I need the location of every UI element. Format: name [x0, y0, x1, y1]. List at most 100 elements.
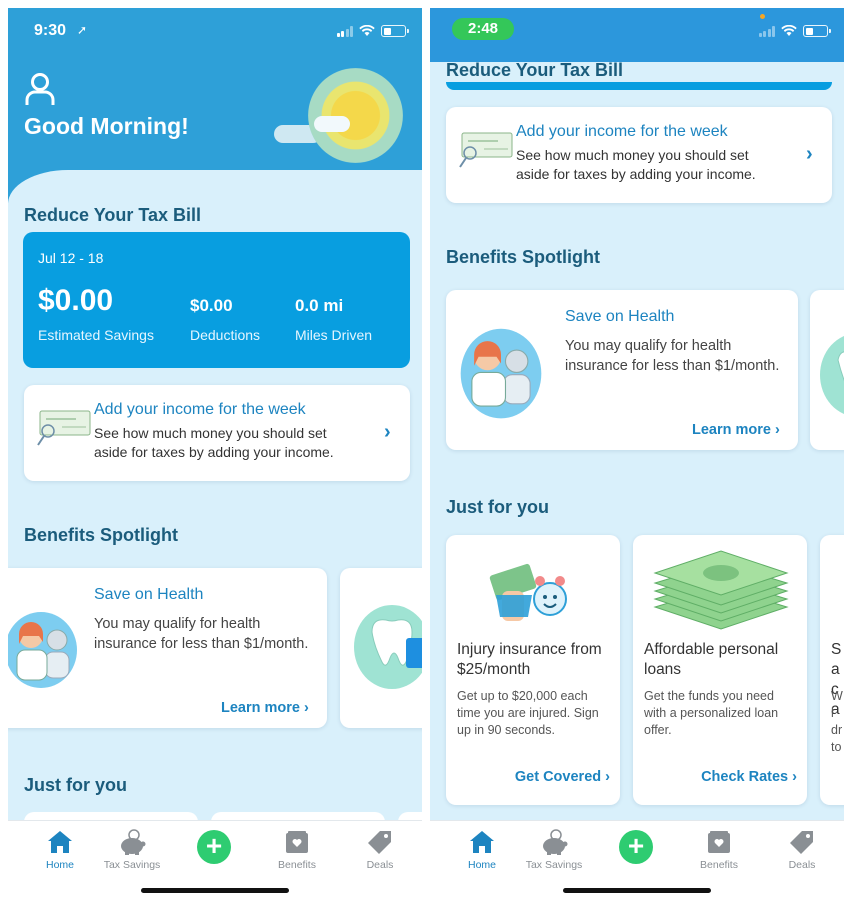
- add-income-card[interactable]: Add your income for the week See how muc…: [446, 107, 832, 203]
- plus-icon: +: [205, 830, 223, 861]
- just-for-you-heading: Just for you: [24, 775, 128, 795]
- wifi-icon: [781, 25, 797, 36]
- dental-benefit-card[interactable]: [340, 568, 422, 728]
- weekly-savings-card[interactable]: Jul 12 - 18 $0.00 Estimated Savings $0.0…: [23, 232, 410, 368]
- add-button[interactable]: +: [619, 830, 653, 864]
- chevron-right-icon: ›: [304, 700, 309, 716]
- learn-more-link[interactable]: Learn more ›: [221, 700, 309, 716]
- tab-deals[interactable]: Deals: [767, 829, 837, 871]
- tab-home[interactable]: Home: [447, 829, 517, 871]
- just-for-you-heading: Just for you: [446, 497, 550, 517]
- reduce-tax-heading: Reduce Your Tax Bill: [446, 60, 624, 80]
- chevron-right-icon: ›: [792, 769, 797, 785]
- chevron-right-icon: ›: [775, 422, 780, 438]
- check-illustration-icon: [37, 410, 91, 446]
- tab-benefits-label: Benefits: [278, 859, 316, 871]
- home-icon: [470, 831, 494, 853]
- deductions-value: $0.00: [190, 296, 233, 315]
- doctors-illustration-icon: [8, 612, 77, 688]
- profile-icon[interactable]: [25, 72, 55, 106]
- home-screen-scrolled: 2:48 Reduce Your Tax Bill Add your incom…: [430, 8, 844, 904]
- chevron-right-icon: ›: [384, 421, 391, 443]
- benefits-box-icon: [286, 831, 308, 853]
- home-icon: [48, 831, 72, 853]
- learn-more-label: Learn more: [221, 700, 300, 716]
- reduce-tax-heading: Reduce Your Tax Bill: [24, 205, 202, 225]
- tab-home[interactable]: Home: [25, 829, 95, 871]
- personal-loans-desc: Get the funds you need with a personaliz…: [644, 689, 779, 737]
- weekly-savings-card-edge[interactable]: [446, 82, 832, 90]
- cellular-signal-icon: [336, 25, 353, 37]
- add-button[interactable]: +: [197, 830, 231, 864]
- tab-tax-savings[interactable]: Tax Savings: [519, 829, 589, 871]
- add-income-card[interactable]: Add your income for the week See how muc…: [24, 385, 410, 481]
- save-on-health-card[interactable]: Save on Health You may qualify for healt…: [8, 568, 327, 728]
- injury-insurance-title: Injury insurance from $25/month: [457, 641, 602, 678]
- chevron-right-icon: ›: [806, 143, 813, 165]
- battery-icon: [803, 25, 831, 37]
- location-arrow-icon: ➚: [77, 23, 88, 37]
- cellular-signal-icon: [758, 25, 775, 37]
- save-on-health-title: Save on Health: [94, 586, 204, 603]
- benefits-spotlight-heading: Benefits Spotlight: [24, 525, 178, 545]
- wifi-icon: [359, 25, 375, 36]
- tab-home-label: Home: [467, 859, 496, 871]
- status-time: 2:48: [452, 18, 514, 40]
- home-indicator: [141, 888, 289, 893]
- battery-icon: [381, 25, 409, 37]
- cloud-illustration: [314, 116, 350, 132]
- miles-driven-value: 0.0 mi: [295, 296, 344, 315]
- chevron-right-icon: ›: [605, 769, 610, 785]
- add-income-desc: See how much money you should set aside …: [94, 425, 334, 460]
- status-bar: 2:48: [430, 8, 844, 54]
- home-indicator: [563, 888, 711, 893]
- tab-benefits[interactable]: Benefits: [262, 829, 332, 871]
- miles-driven-label: Miles Driven: [295, 327, 373, 343]
- check-rates-link[interactable]: Check Rates ›: [701, 769, 797, 785]
- tab-deals-label: Deals: [366, 859, 394, 871]
- tab-benefits-label: Benefits: [700, 859, 738, 871]
- tab-tax-savings-label: Tax Savings: [103, 859, 161, 871]
- dental-benefit-card[interactable]: [810, 290, 844, 450]
- tooth-illustration-icon: [820, 335, 844, 415]
- tab-benefits[interactable]: Benefits: [684, 829, 754, 871]
- tab-tax-savings-label: Tax Savings: [525, 859, 583, 871]
- tab-deals-label: Deals: [788, 859, 816, 871]
- tag-icon: [368, 831, 391, 854]
- add-income-title: Add your income for the week: [516, 123, 728, 140]
- check-rates-label: Check Rates: [701, 769, 789, 785]
- plus-icon: +: [627, 830, 645, 861]
- add-income-desc: See how much money you should set aside …: [516, 147, 756, 182]
- insurance-illustration-icon: [489, 563, 567, 621]
- benefits-box-icon: [708, 831, 730, 853]
- save-on-health-desc: You may qualify for health insurance for…: [94, 616, 309, 652]
- tab-tax-savings[interactable]: Tax Savings: [97, 829, 167, 871]
- offer-card-partial[interactable]: Sa ca Wl dr to: [820, 535, 844, 805]
- save-on-health-title: Save on Health: [565, 308, 675, 325]
- greeting-text: Good Morning!: [24, 113, 189, 139]
- add-income-title: Add your income for the week: [94, 401, 306, 418]
- injury-insurance-desc: Get up to $20,000 each time you are inju…: [457, 689, 599, 737]
- status-bar: 9:30 ➚: [8, 8, 422, 54]
- home-screen-morning: 9:30 ➚ Good Morning! Reduce Your Tax Bil…: [8, 8, 422, 904]
- date-range: Jul 12 - 18: [38, 250, 104, 266]
- deductions-label: Deductions: [190, 327, 261, 343]
- tab-home-label: Home: [45, 859, 74, 871]
- tab-deals[interactable]: Deals: [345, 829, 415, 871]
- offer-partial-desc: Wl dr to: [831, 689, 843, 754]
- get-covered-link[interactable]: Get Covered ›: [515, 769, 610, 785]
- tooth-illustration-icon: [354, 605, 422, 689]
- check-illustration-icon: [459, 132, 513, 168]
- learn-more-label: Learn more: [692, 422, 771, 438]
- cash-stack-illustration-icon: [653, 550, 789, 630]
- recording-indicator: [760, 14, 765, 19]
- personal-loans-card[interactable]: Affordable personal loans Get the funds …: [633, 535, 807, 805]
- estimated-savings-value: $0.00: [38, 284, 114, 317]
- piggy-bank-icon: [543, 829, 568, 855]
- save-on-health-card[interactable]: Save on Health You may qualify for healt…: [446, 290, 798, 450]
- doctors-illustration-icon: [460, 328, 542, 419]
- learn-more-link[interactable]: Learn more ›: [692, 422, 780, 438]
- tag-icon: [790, 831, 813, 854]
- piggy-bank-icon: [121, 829, 146, 855]
- injury-insurance-card[interactable]: Injury insurance from $25/month Get up t…: [446, 535, 620, 805]
